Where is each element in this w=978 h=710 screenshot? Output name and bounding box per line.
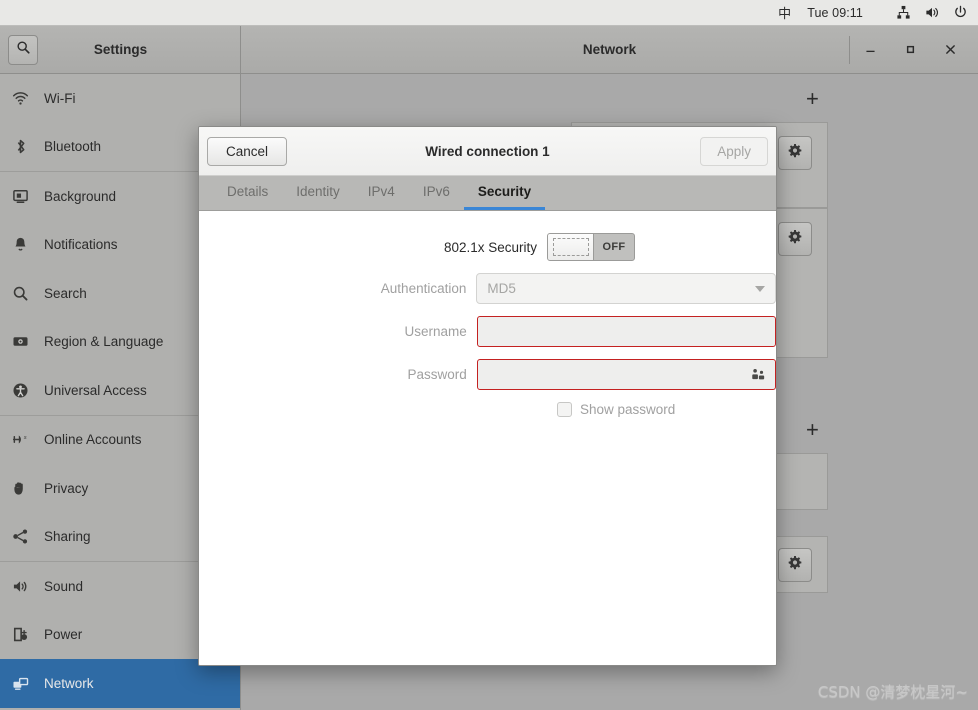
speaker-icon bbox=[12, 578, 40, 595]
sidebar-item-label: Power bbox=[44, 627, 83, 643]
minimize-button[interactable] bbox=[850, 26, 890, 74]
chevron-down-icon bbox=[755, 285, 765, 292]
sidebar-item-label: Privacy bbox=[44, 480, 89, 496]
dialog-tabs: Details Identity IPv4 IPv6 Security bbox=[199, 176, 776, 211]
sidebar-item-label: Wi-Fi bbox=[44, 90, 76, 106]
authentication-label: Authentication bbox=[380, 281, 467, 296]
sidebar-item-label: Universal Access bbox=[44, 382, 147, 398]
gnome-top-bar: 中 Tue 09:11 bbox=[0, 0, 978, 26]
toggle-state-label: OFF bbox=[602, 241, 626, 253]
sidebar-item-label: Notifications bbox=[44, 237, 118, 253]
dialog-header: Cancel Wired connection 1 Apply bbox=[199, 127, 776, 176]
toggle-knob bbox=[548, 234, 594, 260]
power-plug-icon bbox=[12, 626, 40, 643]
sidebar-item-label: Search bbox=[44, 285, 87, 301]
password-row: Password bbox=[199, 359, 776, 390]
authentication-value: MD5 bbox=[487, 281, 516, 296]
gear-icon bbox=[787, 143, 803, 164]
svg-text:s: s bbox=[24, 435, 27, 441]
proxy-settings-button[interactable] bbox=[778, 548, 812, 582]
volume-icon[interactable] bbox=[924, 5, 940, 20]
gear-icon bbox=[787, 229, 803, 250]
search-icon bbox=[12, 285, 40, 302]
security-label: 802.1x Security bbox=[443, 239, 537, 255]
close-button[interactable] bbox=[930, 26, 970, 74]
gear-icon bbox=[787, 555, 803, 576]
maximize-button[interactable] bbox=[890, 26, 930, 74]
display-icon bbox=[12, 188, 40, 205]
sidebar-item-label: Online Accounts bbox=[44, 432, 142, 448]
apply-button[interactable]: Apply bbox=[700, 136, 768, 166]
security-toggle-row: 802.1x Security OFF bbox=[199, 233, 776, 261]
sidebar-item-label: Sharing bbox=[44, 529, 91, 545]
tab-security[interactable]: Security bbox=[463, 176, 546, 210]
sidebar-item-wi-fi[interactable]: Wi-Fi bbox=[0, 74, 240, 123]
header-right-pane: Network bbox=[241, 26, 978, 74]
power-icon[interactable] bbox=[953, 5, 968, 20]
wired-settings-button[interactable] bbox=[778, 136, 812, 170]
wifi-icon bbox=[12, 90, 40, 107]
sidebar-item-label: Background bbox=[44, 188, 117, 204]
wired-network-icon[interactable] bbox=[896, 5, 911, 20]
username-row: Username bbox=[199, 316, 776, 347]
security-form: 802.1x Security OFF Authentication MD5 U… bbox=[199, 211, 776, 665]
keyboard-icon bbox=[12, 333, 40, 350]
username-label: Username bbox=[404, 324, 467, 339]
show-password-checkbox[interactable] bbox=[557, 402, 572, 417]
sidebar-item-label: Network bbox=[44, 675, 94, 691]
password-input[interactable] bbox=[485, 367, 767, 382]
sidebar-item-label: Sound bbox=[44, 578, 84, 594]
page-title-settings: Settings bbox=[93, 42, 148, 57]
bell-icon bbox=[12, 236, 40, 253]
password-field[interactable] bbox=[476, 359, 776, 390]
tab-identity[interactable]: Identity bbox=[282, 176, 354, 210]
authentication-row: Authentication MD5 bbox=[199, 273, 776, 304]
security-toggle[interactable]: OFF bbox=[547, 233, 635, 261]
tab-ipv6[interactable]: IPv6 bbox=[409, 176, 464, 210]
window-header-bar: Settings Network bbox=[0, 25, 978, 74]
cancel-button[interactable]: Cancel bbox=[207, 136, 288, 166]
authentication-dropdown[interactable]: MD5 bbox=[476, 273, 776, 304]
window-controls bbox=[850, 26, 970, 74]
share-icon bbox=[12, 528, 40, 545]
add-wired-connection-button[interactable]: + bbox=[806, 88, 819, 110]
show-password-label: Show password bbox=[580, 402, 676, 417]
username-field[interactable] bbox=[476, 316, 776, 347]
sidebar-item-label: Region & Language bbox=[44, 334, 164, 350]
clock[interactable]: Tue 09:11 bbox=[807, 6, 863, 20]
network-icon bbox=[12, 675, 40, 692]
settings-window: Settings Network Wi-Fi Bluetooth Backgro… bbox=[0, 25, 978, 710]
tab-ipv4[interactable]: IPv4 bbox=[354, 176, 409, 210]
hand-icon bbox=[12, 480, 40, 497]
sidebar-item-label: Bluetooth bbox=[44, 139, 102, 155]
add-vpn-button[interactable]: + bbox=[806, 419, 819, 441]
bluetooth-icon bbox=[12, 138, 40, 155]
sidebar-item-network[interactable]: Network bbox=[0, 659, 240, 708]
screen: 中 Tue 09:11 Settings Network Wi-Fi Bluet… bbox=[0, 0, 978, 710]
accessibility-icon bbox=[12, 382, 40, 399]
connection-editor-dialog: Cancel Wired connection 1 Apply Details … bbox=[198, 126, 777, 666]
header-left-pane: Settings bbox=[0, 25, 241, 74]
password-label: Password bbox=[407, 367, 467, 382]
username-input[interactable] bbox=[485, 324, 767, 339]
show-password-row: Show password bbox=[557, 402, 776, 417]
tab-details[interactable]: Details bbox=[213, 176, 282, 210]
wired-settings-button-2[interactable] bbox=[778, 222, 812, 256]
ime-indicator[interactable]: 中 bbox=[778, 3, 791, 22]
users-icon[interactable] bbox=[750, 367, 767, 382]
online-accounts-icon: s bbox=[12, 431, 40, 448]
